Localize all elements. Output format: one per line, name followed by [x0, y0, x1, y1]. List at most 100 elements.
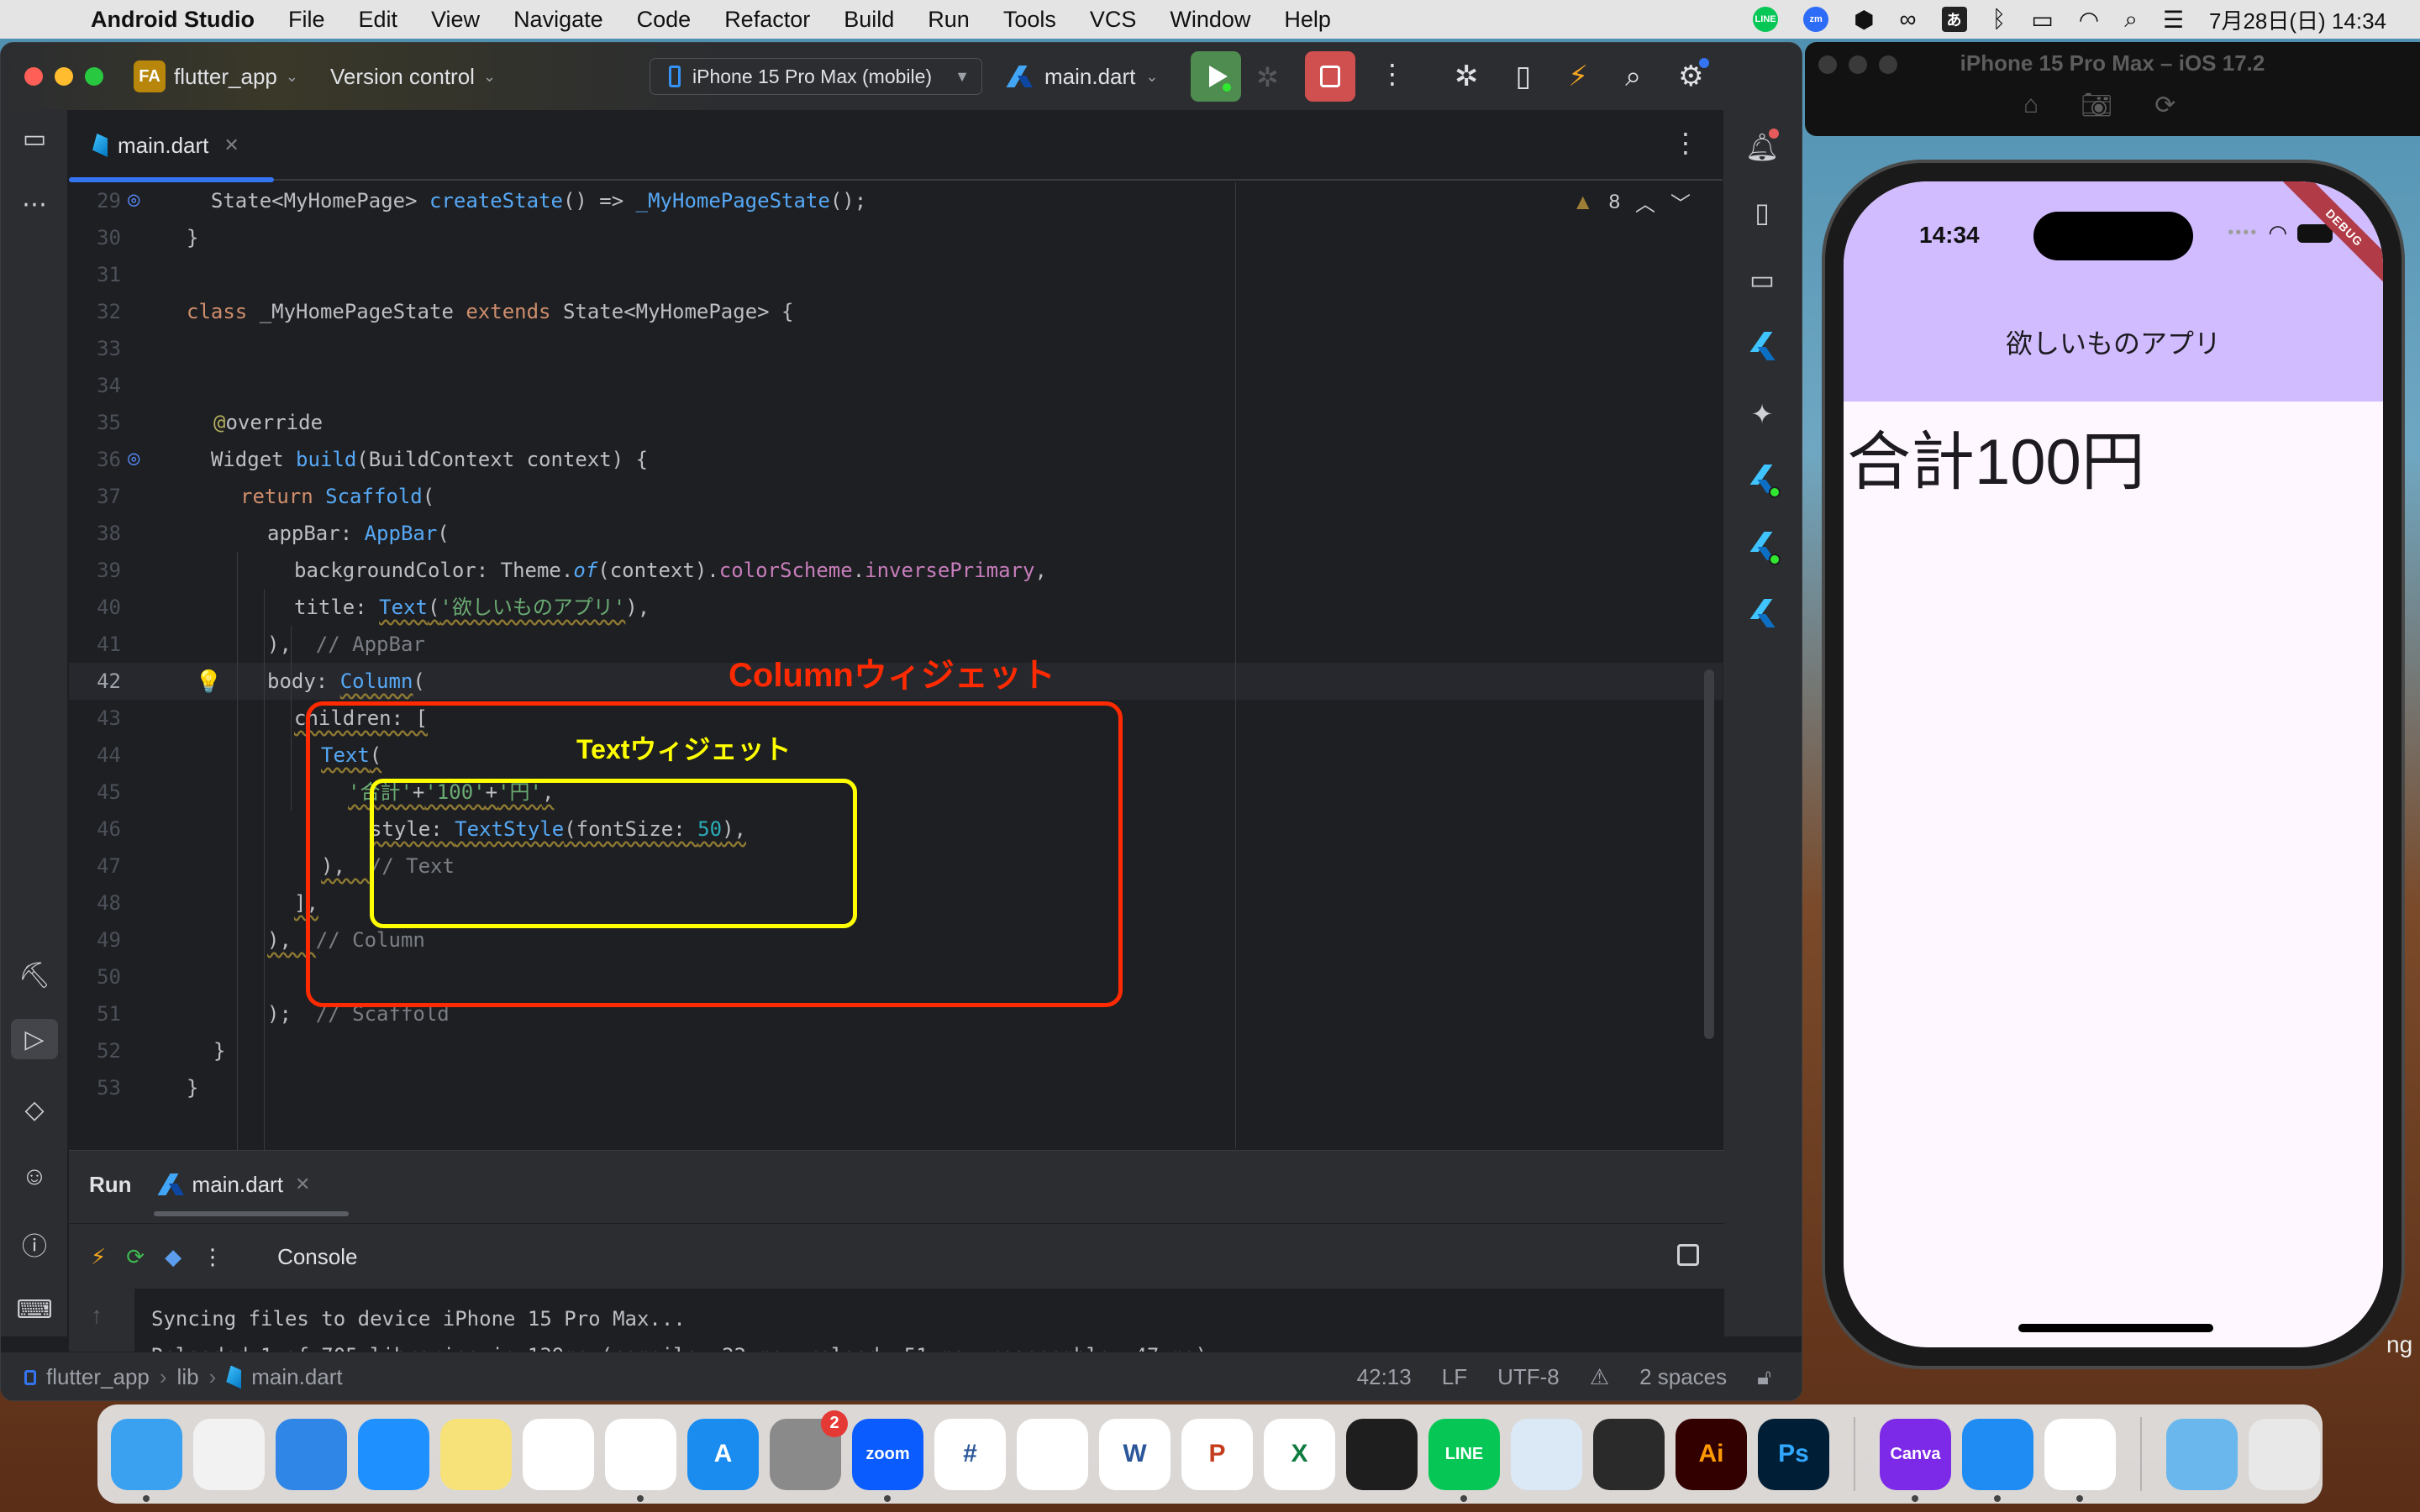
- dock-app-freeform[interactable]: [523, 1418, 594, 1490]
- device-manager-icon[interactable]: ▯: [1744, 194, 1781, 231]
- stop-button[interactable]: [1305, 51, 1355, 102]
- run-button[interactable]: [1191, 51, 1241, 102]
- gutter-line[interactable]: 43: [69, 700, 178, 737]
- dock-app-slack[interactable]: #: [934, 1418, 1006, 1490]
- zoom-window-button[interactable]: [85, 67, 103, 86]
- run-tool-icon[interactable]: ▷: [11, 1019, 58, 1059]
- dock-app-app-store[interactable]: A: [687, 1418, 759, 1490]
- version-control-menu[interactable]: Version control: [330, 64, 475, 90]
- overrides-method-icon[interactable]: ◎: [128, 187, 139, 211]
- dock-app-vs-code[interactable]: [1017, 1418, 1088, 1490]
- code-editor[interactable]: 29 ◎ 30 31 32 33 34 35 36 ◎ 37 38 39 40 41 42 43 44 45 46 47…: [69, 182, 1724, 1180]
- dock-app-xcode[interactable]: [1962, 1418, 2033, 1502]
- gutter-line[interactable]: 29 ◎: [69, 182, 178, 219]
- read-only-lock-icon[interactable]: 🔓︎: [1757, 1364, 1771, 1391]
- home-icon[interactable]: ⌂: [2023, 91, 2039, 120]
- dock-app-mail[interactable]: [358, 1418, 429, 1490]
- gutter-line[interactable]: 31: [69, 256, 178, 293]
- flutter-devtools-icon[interactable]: [1744, 596, 1781, 633]
- dock-app-chrome[interactable]: [605, 1418, 676, 1502]
- breadcrumb-file[interactable]: main.dart: [251, 1364, 342, 1390]
- running-devices-icon[interactable]: ▭: [1744, 261, 1781, 298]
- close-window-button[interactable]: [24, 67, 43, 86]
- dock-app-canva[interactable]: Canva: [1880, 1418, 1951, 1502]
- menu-refactor[interactable]: Refactor: [724, 7, 810, 33]
- gutter-line[interactable]: 49: [69, 921, 178, 958]
- gutter-line[interactable]: 36 ◎: [69, 441, 178, 478]
- dock-app-excel[interactable]: X: [1264, 1418, 1335, 1490]
- menu-code[interactable]: Code: [637, 7, 692, 33]
- editor-scrollbar[interactable]: [1704, 669, 1714, 1039]
- gutter-line[interactable]: 51: [69, 995, 178, 1032]
- dock-app-trash[interactable]: [2249, 1418, 2320, 1490]
- dock-app-zoom[interactable]: zoom: [852, 1418, 923, 1502]
- dock-app-launchpad[interactable]: [193, 1418, 265, 1490]
- menu-tools[interactable]: Tools: [1003, 7, 1056, 33]
- gemini-sparkle-icon[interactable]: ✦: [1744, 396, 1781, 433]
- spotlight-search-icon[interactable]: ⌕: [2124, 6, 2138, 34]
- menubar-clock[interactable]: 7月28日(日) 14:34: [2209, 4, 2386, 35]
- settings-gear-icon[interactable]: ⚙: [1678, 58, 1709, 93]
- bluetooth-icon[interactable]: ᛒ: [1992, 6, 2007, 33]
- close-run-tab-icon[interactable]: ✕: [295, 1173, 310, 1195]
- gutter-line[interactable]: 46: [69, 811, 178, 848]
- file-encoding[interactable]: UTF-8: [1497, 1364, 1560, 1390]
- menu-help[interactable]: Help: [1284, 7, 1331, 33]
- dock-app-preview[interactable]: [1511, 1418, 1582, 1490]
- dock-app-photoshop[interactable]: Ps: [1758, 1418, 1829, 1490]
- menu-file[interactable]: File: [288, 7, 325, 33]
- gutter-line[interactable]: 40: [69, 589, 178, 626]
- scroll-up-arrow-icon[interactable]: ↑: [91, 1302, 103, 1329]
- dock-app-notes[interactable]: [440, 1418, 512, 1490]
- dock-app-android-studio[interactable]: [2044, 1418, 2116, 1502]
- dock-app-downloads[interactable]: [2166, 1418, 2238, 1490]
- project-folder-icon[interactable]: ▭: [18, 122, 51, 155]
- warning-counter[interactable]: ▲ 8 ︿ ﹀: [1572, 187, 1691, 217]
- dock-app-finder[interactable]: [111, 1418, 182, 1502]
- breadcrumb-project[interactable]: flutter_app: [46, 1364, 150, 1390]
- input-method-icon[interactable]: あ: [1941, 7, 1967, 32]
- problems-icon[interactable]: ⓘ: [18, 1227, 51, 1261]
- console-tab[interactable]: Console: [277, 1244, 357, 1270]
- dock-app-powerpoint[interactable]: P: [1181, 1418, 1253, 1490]
- overrides-method-icon[interactable]: ◎: [128, 446, 139, 470]
- gutter-line[interactable]: 37: [69, 478, 178, 515]
- rotate-device-icon[interactable]: ⟳: [2154, 91, 2175, 120]
- phone-screen[interactable]: 14:34 •••• ◠ DEBUG 欲しいものアプリ 合計100円: [1844, 181, 2383, 1347]
- notifications-bell-icon[interactable]: 🔔︎: [1744, 129, 1781, 165]
- gutter-line[interactable]: 30: [69, 219, 178, 256]
- gutter-line[interactable]: 33: [69, 330, 178, 367]
- dock-app-system-settings[interactable]: 2: [770, 1410, 848, 1490]
- run-config-selector[interactable]: main.dart ⌄: [1009, 58, 1158, 95]
- flutter-performance-icon[interactable]: [1744, 528, 1781, 565]
- more-tools-icon[interactable]: ⋯: [18, 187, 51, 221]
- menu-window[interactable]: Window: [1170, 7, 1250, 33]
- hot-restart-icon[interactable]: ⟳: [126, 1244, 145, 1270]
- menu-app-name[interactable]: Android Studio: [91, 7, 255, 33]
- dart-devtools-icon[interactable]: ◆: [165, 1244, 182, 1270]
- debug-button[interactable]: ✲: [1256, 61, 1279, 93]
- battery-icon[interactable]: ▭: [2031, 6, 2053, 34]
- shortcut-tray-icon[interactable]: ⬢: [1854, 6, 1874, 34]
- gutter-line[interactable]: 32: [69, 293, 178, 330]
- inspection-widget-icon[interactable]: ⚠: [1590, 1364, 1609, 1390]
- breadcrumb-lib[interactable]: lib: [177, 1364, 199, 1390]
- dock-app-figma[interactable]: [1346, 1418, 1418, 1490]
- gutter-line[interactable]: 42: [69, 663, 178, 700]
- gutter-line[interactable]: 41: [69, 626, 178, 663]
- line-separator[interactable]: LF: [1442, 1364, 1467, 1390]
- gutter-line[interactable]: 45: [69, 774, 178, 811]
- console-more-icon[interactable]: ⋮: [202, 1244, 224, 1270]
- terminal-icon[interactable]: ⌨: [16, 1293, 52, 1326]
- build-hammer-icon[interactable]: ⛏: [18, 958, 51, 992]
- home-indicator[interactable]: [2018, 1324, 2213, 1332]
- menu-run[interactable]: Run: [928, 7, 970, 33]
- menu-view[interactable]: View: [431, 7, 480, 33]
- gutter-line[interactable]: 44: [69, 737, 178, 774]
- menu-vcs[interactable]: VCS: [1090, 7, 1137, 33]
- gutter-line[interactable]: 47: [69, 848, 178, 885]
- gutter-line[interactable]: 53: [69, 1069, 178, 1106]
- next-highlight-icon[interactable]: ﹀: [1670, 187, 1691, 217]
- device-selector[interactable]: iPhone 15 Pro Max (mobile) ▼: [650, 58, 982, 95]
- menu-build[interactable]: Build: [844, 7, 894, 33]
